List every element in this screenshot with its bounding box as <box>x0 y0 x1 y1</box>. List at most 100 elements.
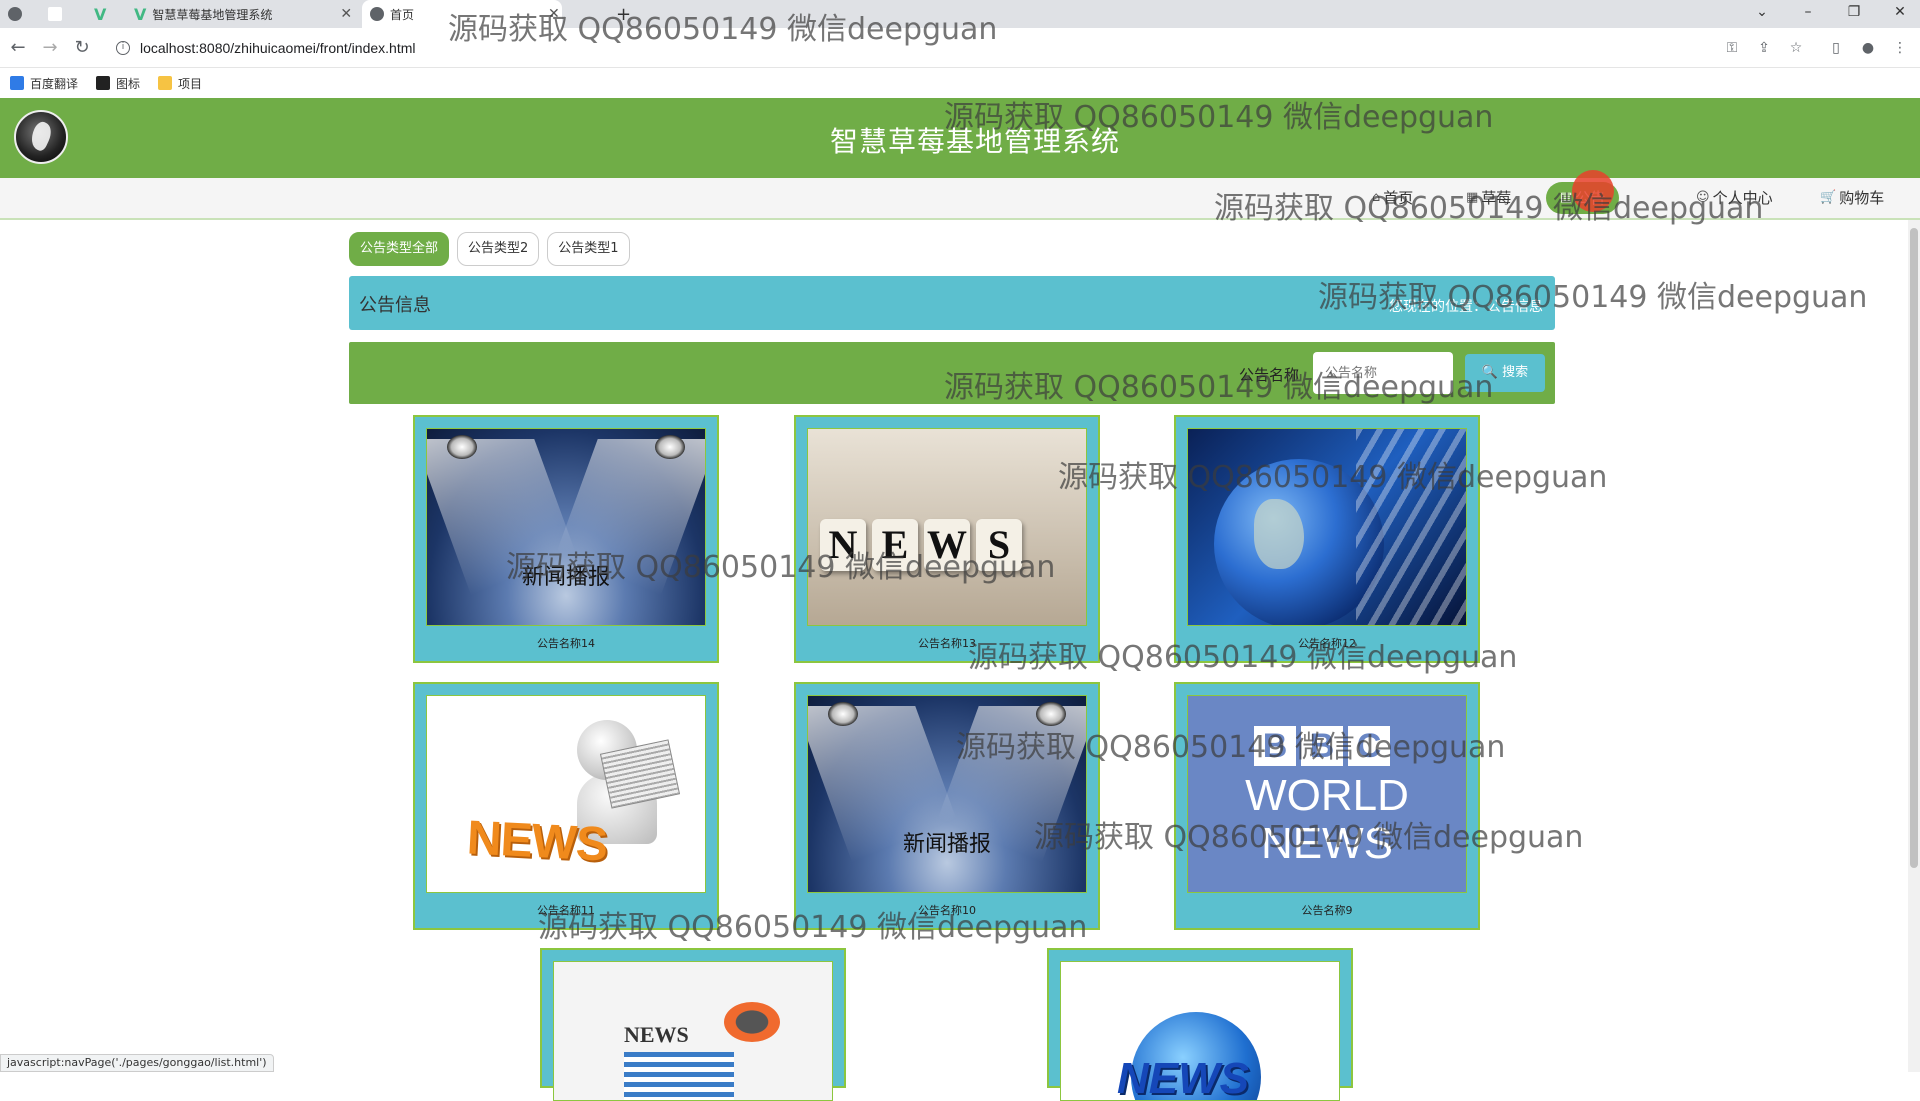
nav-label: 草莓 <box>1481 189 1512 207</box>
nav-profile[interactable]: ☺ 个人中心 <box>1696 178 1773 218</box>
tab-label: 智慧草莓基地管理系统 <box>152 7 273 22</box>
close-tab-icon[interactable]: ✕ <box>340 6 352 22</box>
star-icon[interactable]: ☆ <box>1786 38 1806 58</box>
bookmark-label: 百度翻译 <box>30 76 79 91</box>
page-scrollbar[interactable] <box>1908 220 1920 1072</box>
notice-title: 公告名称14 <box>537 637 595 650</box>
status-bar: javascript:navPage('./pages/gonggao/list… <box>0 1054 274 1072</box>
nav-strawberry[interactable]: ▦ 草莓 <box>1466 178 1511 218</box>
share-icon[interactable]: ⇪ <box>1754 38 1774 58</box>
address-bar: ← → ↻ i localhost:8080/zhihuicaomei/fron… <box>0 28 1920 68</box>
nav-label: 个人中心 <box>1712 189 1773 207</box>
globe-icon <box>8 7 22 21</box>
notice-image: NEWS <box>1060 961 1340 1101</box>
cursor-highlight <box>1572 170 1614 212</box>
profile-icon[interactable]: ● <box>1858 38 1878 58</box>
close-window-icon[interactable]: ✕ <box>1880 0 1920 28</box>
notice-image: 新闻播报 <box>426 428 706 626</box>
notice-card[interactable]: NEWS <box>540 948 846 1101</box>
blank-page-icon <box>48 7 62 21</box>
search-button-label: 搜索 <box>1502 365 1529 380</box>
bookmarks-bar: 百度翻译 图标 项目 <box>0 68 1920 98</box>
site-info-icon[interactable]: i <box>116 41 130 55</box>
user-icon: ☺ <box>1696 190 1710 205</box>
nav-label: 首页 <box>1383 189 1414 207</box>
tab-smart-strawberry[interactable]: V 智慧草莓基地管理系统 ✕ <box>126 0 360 28</box>
notice-card[interactable]: BBC WORLD NEWS 公告名称9 <box>1174 682 1480 930</box>
notice-image: BBC WORLD NEWS <box>1187 695 1467 893</box>
url-text: localhost:8080/zhihuicaomei/front/index.… <box>140 40 416 56</box>
translate-icon <box>10 76 24 90</box>
notice-title: 公告名称10 <box>918 904 976 917</box>
image-caption-text: 新闻播报 <box>902 832 991 857</box>
search-button[interactable]: 🔍 搜索 <box>1465 354 1545 392</box>
browser-tabstrip: V V 智慧草莓基地管理系统 ✕ 首页 ✕ + ⌄ – ❐ ✕ <box>0 0 1920 28</box>
forward-icon[interactable]: → <box>38 36 62 60</box>
notice-image: 新闻播报 <box>807 695 1087 893</box>
pinned-tab[interactable] <box>0 0 36 28</box>
notice-type-filters: 公告类型全部 公告类型2 公告类型1 <box>349 232 630 266</box>
search-icon: 🔍 <box>1481 365 1499 380</box>
notice-title: 公告名称12 <box>1298 637 1356 650</box>
notice-icon: ▤ <box>1560 190 1573 205</box>
site-title: 智慧草莓基地管理系统 <box>829 125 1120 158</box>
restore-icon[interactable]: ❐ <box>1834 0 1874 28</box>
search-label: 公告名称 <box>1239 366 1300 384</box>
image-caption-text: NEWS <box>1117 1054 1249 1101</box>
notice-card[interactable]: 新闻播报 公告名称10 <box>794 682 1100 930</box>
pinned-tab[interactable] <box>40 0 76 28</box>
pinned-tab[interactable]: V <box>86 0 122 28</box>
nav-label: 购物车 <box>1839 189 1885 207</box>
notice-card[interactable]: NEWS 公告名称11 <box>413 682 719 930</box>
main-nav: ⌂ 首页 ▦ 草莓 ▤ 公告 ☺ 个人中心 🛒 购物车 <box>0 178 1920 220</box>
grid-icon: ▦ <box>1466 190 1479 205</box>
breadcrumb: 您现在的位置：公告信息 <box>1389 299 1543 315</box>
url-field[interactable]: i localhost:8080/zhihuicaomei/front/inde… <box>106 34 1766 62</box>
image-caption-text: NEWS <box>465 811 609 872</box>
bookmark-item[interactable]: 项目 <box>158 75 202 92</box>
new-tab-button[interactable]: + <box>616 0 640 28</box>
nav-home[interactable]: ⌂ 首页 <box>1372 178 1413 218</box>
image-caption-text: 新闻播报 <box>521 565 610 590</box>
home-icon: ⌂ <box>1372 190 1381 205</box>
filter-all[interactable]: 公告类型全部 <box>349 232 450 266</box>
globe-icon <box>370 7 384 21</box>
side-panel-icon[interactable]: ▯ <box>1826 38 1846 58</box>
vue-icon: V <box>134 4 147 24</box>
vue-icon: V <box>94 4 107 24</box>
search-input[interactable] <box>1313 352 1453 394</box>
scrollbar-thumb[interactable] <box>1910 228 1918 868</box>
tab-home[interactable]: 首页 ✕ <box>362 0 562 28</box>
bookmark-item[interactable]: 图标 <box>96 75 140 92</box>
tab-label: 首页 <box>390 7 415 22</box>
bookmark-label: 项目 <box>178 76 203 91</box>
image-icon <box>96 76 111 90</box>
nav-cart[interactable]: 🛒 购物车 <box>1820 178 1884 218</box>
site-header: 智慧草莓基地管理系统 <box>0 98 1920 178</box>
section-title: 公告信息 <box>359 295 431 316</box>
filter-type-2[interactable]: 公告类型2 <box>457 232 540 266</box>
reload-icon[interactable]: ↻ <box>70 36 94 60</box>
notice-image: NEWS <box>553 961 833 1101</box>
bookmark-item[interactable]: 百度翻译 <box>10 75 78 92</box>
notice-title: 公告名称11 <box>537 904 595 917</box>
notice-card[interactable]: 公告名称12 <box>1174 415 1480 663</box>
tab-search-icon[interactable]: ⌄ <box>1742 0 1782 28</box>
notice-card[interactable]: 新闻播报 公告名称14 <box>413 415 719 663</box>
notice-card[interactable]: NEWS 公告名称13 <box>794 415 1100 663</box>
filter-type-1[interactable]: 公告类型1 <box>547 232 630 266</box>
notice-image: NEWS <box>807 428 1087 626</box>
minimize-icon[interactable]: – <box>1788 0 1828 28</box>
image-caption-text: NEWS <box>624 1022 689 1047</box>
notice-card[interactable]: NEWS <box>1047 948 1353 1101</box>
cart-icon: 🛒 <box>1820 190 1837 205</box>
notice-title: 公告名称13 <box>918 637 976 650</box>
back-icon[interactable]: ← <box>6 36 30 60</box>
key-icon[interactable]: ⚿ <box>1722 38 1742 58</box>
folder-icon <box>158 76 173 90</box>
section-header: 公告信息 您现在的位置：公告信息 <box>349 276 1555 330</box>
menu-dots-icon[interactable]: ⋮ <box>1890 38 1910 58</box>
close-tab-icon[interactable]: ✕ <box>548 6 560 22</box>
search-bar: 公告名称 🔍 搜索 <box>349 342 1555 404</box>
notice-image: NEWS <box>426 695 706 893</box>
